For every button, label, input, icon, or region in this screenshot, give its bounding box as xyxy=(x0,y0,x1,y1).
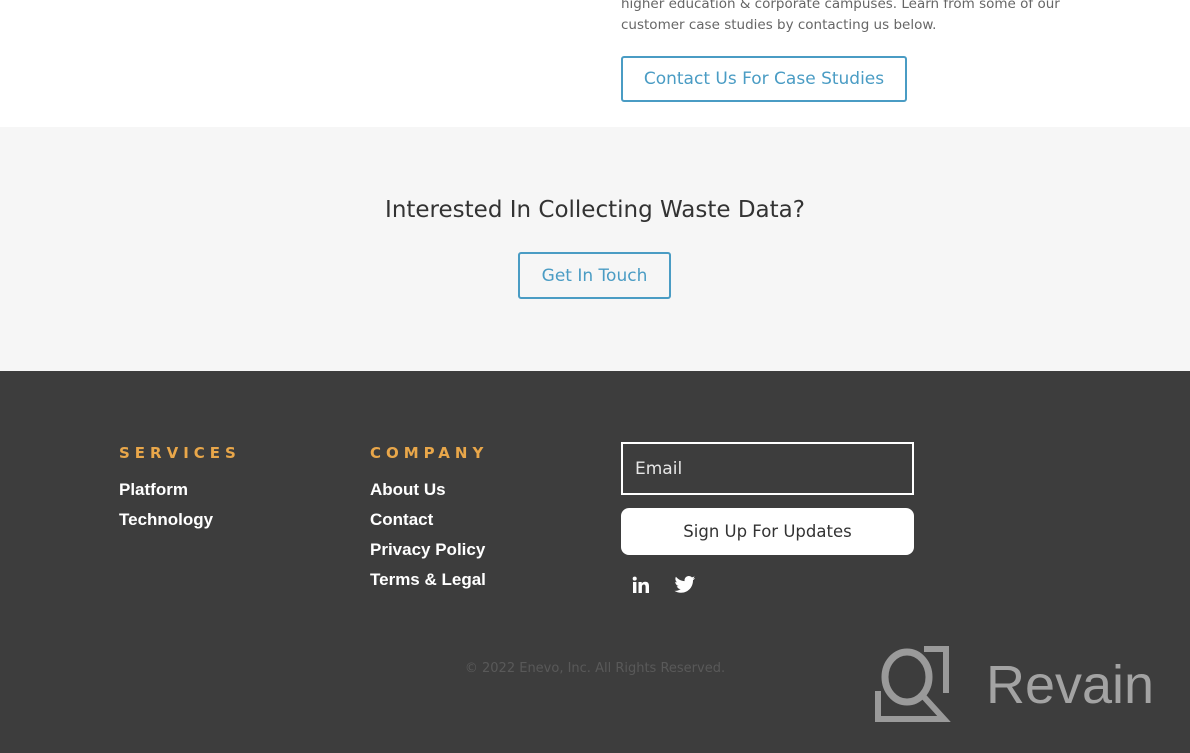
footer-link-terms-legal[interactable]: Terms & Legal xyxy=(370,568,486,598)
site-footer: SERVICES Platform Technology COMPANY Abo… xyxy=(0,371,1190,753)
twitter-link[interactable] xyxy=(673,573,697,597)
cta-section: Interested In Collecting Waste Data? Get… xyxy=(0,127,1190,371)
case-studies-section: higher education & corporate campuses. L… xyxy=(0,0,1190,127)
revain-watermark: Revain xyxy=(874,645,1164,725)
revain-logo-icon xyxy=(875,646,951,722)
contact-case-studies-button[interactable]: Contact Us For Case Studies xyxy=(621,56,907,102)
company-heading: COMPANY xyxy=(370,444,489,462)
services-links: Platform Technology xyxy=(119,478,213,538)
get-in-touch-button[interactable]: Get In Touch xyxy=(518,252,671,299)
sign-up-button[interactable]: Sign Up For Updates xyxy=(621,508,914,555)
footer-link-technology[interactable]: Technology xyxy=(119,508,213,538)
cta-title: Interested In Collecting Waste Data? xyxy=(385,197,805,223)
linkedin-icon xyxy=(632,576,649,593)
twitter-icon xyxy=(674,576,696,593)
case-studies-text: higher education & corporate campuses. L… xyxy=(621,0,1061,36)
intro-line-1: higher education & corporate campuses. L… xyxy=(621,0,1060,12)
email-input[interactable] xyxy=(621,442,914,495)
footer-link-about-us[interactable]: About Us xyxy=(370,478,486,508)
footer-link-platform[interactable]: Platform xyxy=(119,478,213,508)
footer-link-contact[interactable]: Contact xyxy=(370,508,486,538)
linkedin-link[interactable] xyxy=(629,573,653,597)
services-heading: SERVICES xyxy=(119,444,241,462)
footer-link-privacy-policy[interactable]: Privacy Policy xyxy=(370,538,486,568)
revain-watermark-text: Revain xyxy=(986,655,1155,715)
intro-line-2: customer case studies by contacting us b… xyxy=(621,17,937,33)
company-links: About Us Contact Privacy Policy Terms & … xyxy=(370,478,486,598)
